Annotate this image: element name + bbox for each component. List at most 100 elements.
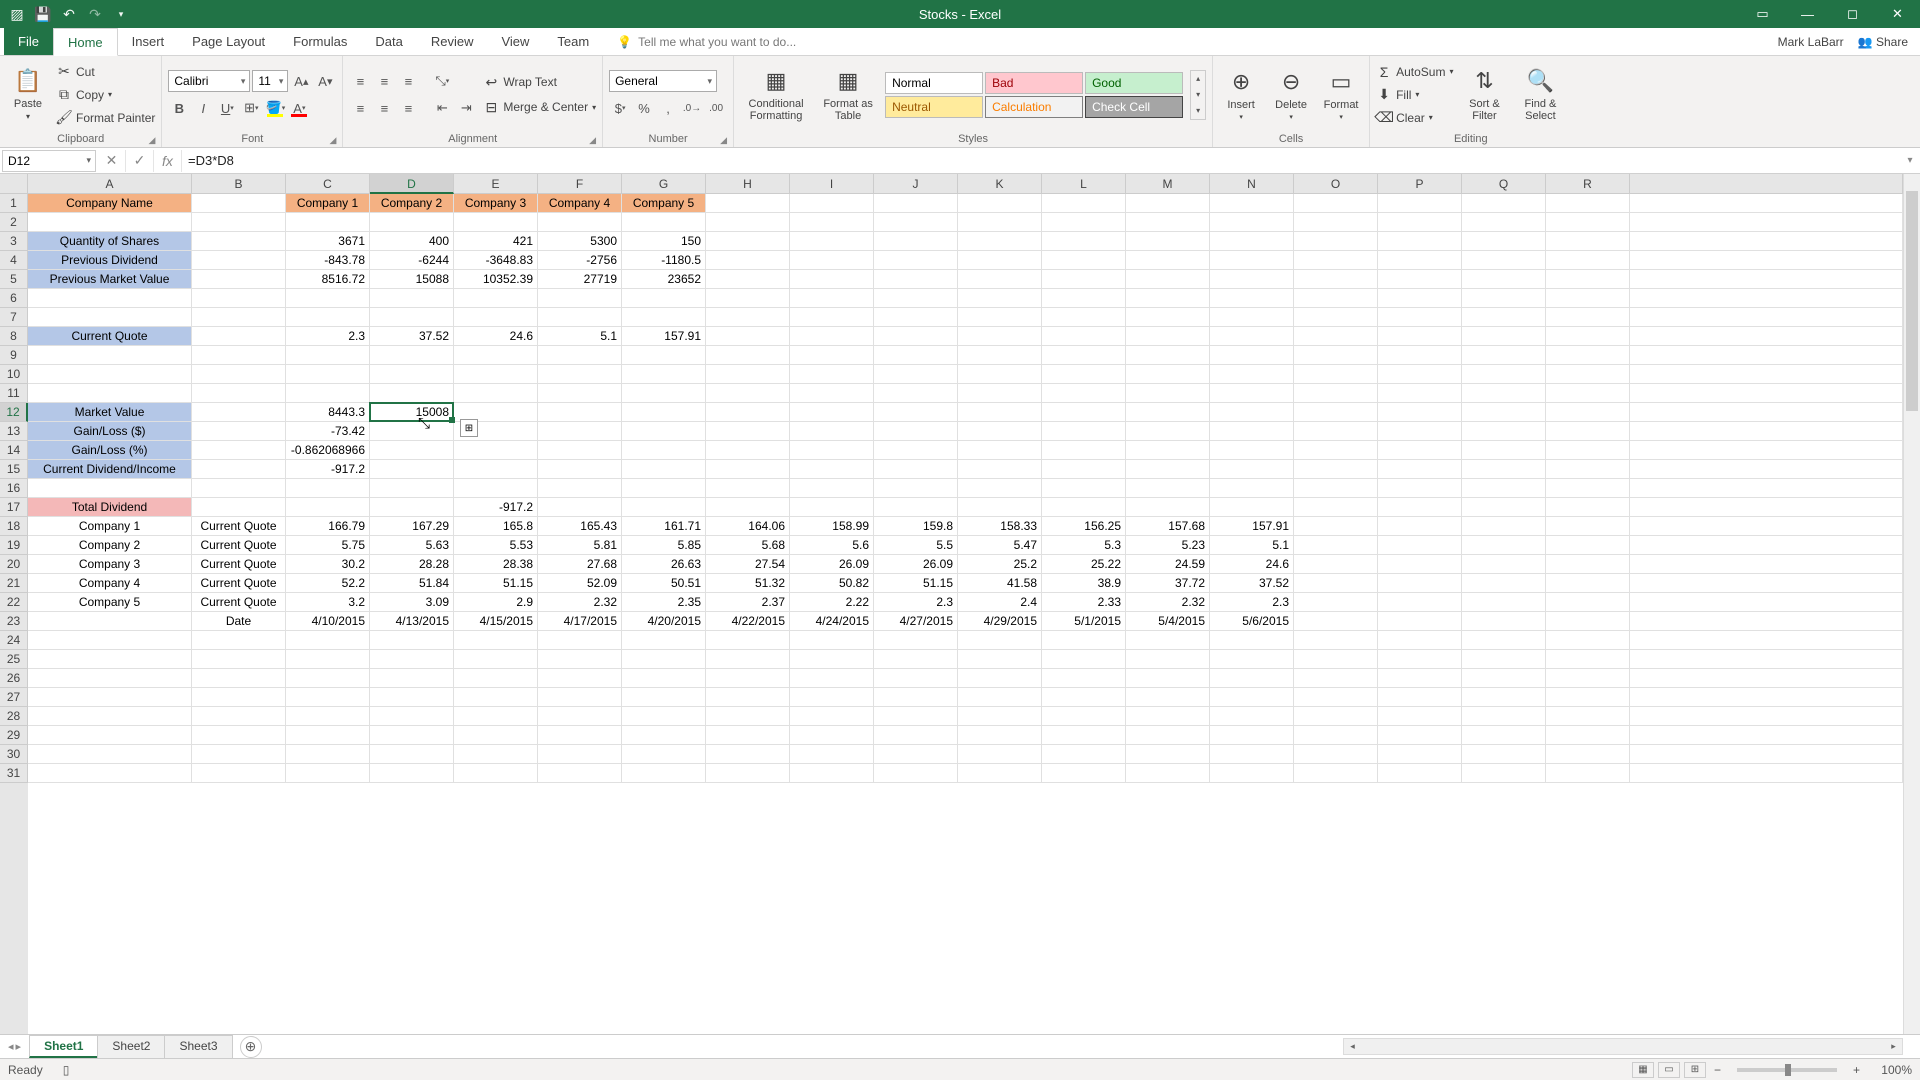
cell-B13[interactable] xyxy=(192,422,286,441)
cell-A19[interactable]: Company 2 xyxy=(28,536,192,555)
cell-G12[interactable] xyxy=(622,403,706,422)
cell-F13[interactable] xyxy=(538,422,622,441)
cell-G8[interactable]: 157.91 xyxy=(622,327,706,346)
cell-D14[interactable] xyxy=(370,441,454,460)
cell-O29[interactable] xyxy=(1294,726,1378,745)
cell-I14[interactable] xyxy=(790,441,874,460)
cell-F3[interactable]: 5300 xyxy=(538,232,622,251)
cell-R26[interactable] xyxy=(1546,669,1630,688)
cell-P22[interactable] xyxy=(1378,593,1462,612)
cell-N2[interactable] xyxy=(1210,213,1294,232)
cell-H25[interactable] xyxy=(706,650,790,669)
align-bottom-button[interactable]: ≡ xyxy=(397,70,419,92)
cell-J23[interactable]: 4/27/2015 xyxy=(874,612,958,631)
cell-P25[interactable] xyxy=(1378,650,1462,669)
fx-button[interactable]: fx xyxy=(154,150,182,172)
cell-N25[interactable] xyxy=(1210,650,1294,669)
cell-B26[interactable] xyxy=(192,669,286,688)
maximize-icon[interactable]: ◻ xyxy=(1830,0,1875,28)
cell-M9[interactable] xyxy=(1126,346,1210,365)
cell-M1[interactable] xyxy=(1126,194,1210,213)
cell-N12[interactable] xyxy=(1210,403,1294,422)
select-all-button[interactable] xyxy=(0,174,28,194)
cell-L25[interactable] xyxy=(1042,650,1126,669)
launcher-icon[interactable]: ◢ xyxy=(589,135,596,146)
cell-N8[interactable] xyxy=(1210,327,1294,346)
cell-N11[interactable] xyxy=(1210,384,1294,403)
expand-formula-bar[interactable]: ▾ xyxy=(1900,155,1920,166)
cell-C11[interactable] xyxy=(286,384,370,403)
cell-D25[interactable] xyxy=(370,650,454,669)
col-header-L[interactable]: L xyxy=(1042,174,1126,194)
cell-R15[interactable] xyxy=(1546,460,1630,479)
cell-C4[interactable]: -843.78 xyxy=(286,251,370,270)
cell-P30[interactable] xyxy=(1378,745,1462,764)
fill-button[interactable]: ⬇Fill ▾ xyxy=(1376,85,1453,105)
cell-K13[interactable] xyxy=(958,422,1042,441)
cell-F1[interactable]: Company 4 xyxy=(538,194,622,213)
tab-review[interactable]: Review xyxy=(417,28,488,55)
cell-M18[interactable]: 157.68 xyxy=(1126,517,1210,536)
cell-Q13[interactable] xyxy=(1462,422,1546,441)
cell-K20[interactable]: 25.2 xyxy=(958,555,1042,574)
cell-G19[interactable]: 5.85 xyxy=(622,536,706,555)
autosum-button[interactable]: ΣAutoSum ▾ xyxy=(1376,62,1453,82)
paste-button[interactable]: 📋 Paste▾ xyxy=(6,60,50,130)
cell-H14[interactable] xyxy=(706,441,790,460)
cell-O8[interactable] xyxy=(1294,327,1378,346)
cell-D3[interactable]: 400 xyxy=(370,232,454,251)
cell-E19[interactable]: 5.53 xyxy=(454,536,538,555)
cells-area[interactable]: Company NameCompany 1Company 2Company 3C… xyxy=(28,194,1903,1034)
cell-N15[interactable] xyxy=(1210,460,1294,479)
cell-L12[interactable] xyxy=(1042,403,1126,422)
cell-O19[interactable] xyxy=(1294,536,1378,555)
cell-H26[interactable] xyxy=(706,669,790,688)
cell-H8[interactable] xyxy=(706,327,790,346)
cell-K3[interactable] xyxy=(958,232,1042,251)
cell-I8[interactable] xyxy=(790,327,874,346)
cell-O17[interactable] xyxy=(1294,498,1378,517)
cell-M5[interactable] xyxy=(1126,270,1210,289)
col-header-F[interactable]: F xyxy=(538,174,622,194)
cell-Q16[interactable] xyxy=(1462,479,1546,498)
cell-D18[interactable]: 167.29 xyxy=(370,517,454,536)
cell-L10[interactable] xyxy=(1042,365,1126,384)
cell-Q3[interactable] xyxy=(1462,232,1546,251)
row-header-8[interactable]: 8 xyxy=(0,327,28,346)
cell-E15[interactable] xyxy=(454,460,538,479)
cell-L20[interactable]: 25.22 xyxy=(1042,555,1126,574)
increase-indent-button[interactable]: ⇥ xyxy=(455,97,477,119)
cell-J1[interactable] xyxy=(874,194,958,213)
cell-E31[interactable] xyxy=(454,764,538,783)
cell-M11[interactable] xyxy=(1126,384,1210,403)
cell-J27[interactable] xyxy=(874,688,958,707)
col-header-N[interactable]: N xyxy=(1210,174,1294,194)
cell-N26[interactable] xyxy=(1210,669,1294,688)
border-button[interactable]: ⊞▾ xyxy=(240,97,262,119)
cell-P17[interactable] xyxy=(1378,498,1462,517)
cell-F22[interactable]: 2.32 xyxy=(538,593,622,612)
cell-G28[interactable] xyxy=(622,707,706,726)
cell-F17[interactable] xyxy=(538,498,622,517)
row-header-10[interactable]: 10 xyxy=(0,365,28,384)
cell-N20[interactable]: 24.6 xyxy=(1210,555,1294,574)
cell-H19[interactable]: 5.68 xyxy=(706,536,790,555)
col-header-E[interactable]: E xyxy=(454,174,538,194)
cell-R1[interactable] xyxy=(1546,194,1630,213)
cell-N16[interactable] xyxy=(1210,479,1294,498)
increase-decimal-button[interactable]: .0→ xyxy=(681,97,703,119)
name-box[interactable]: D12 xyxy=(2,150,96,172)
row-header-18[interactable]: 18 xyxy=(0,517,28,536)
cell-D24[interactable] xyxy=(370,631,454,650)
cell-M21[interactable]: 37.72 xyxy=(1126,574,1210,593)
cell-J7[interactable] xyxy=(874,308,958,327)
col-header-I[interactable]: I xyxy=(790,174,874,194)
cell-E30[interactable] xyxy=(454,745,538,764)
cell-I7[interactable] xyxy=(790,308,874,327)
cell-I9[interactable] xyxy=(790,346,874,365)
tab-data[interactable]: Data xyxy=(361,28,416,55)
cell-G14[interactable] xyxy=(622,441,706,460)
tab-view[interactable]: View xyxy=(487,28,543,55)
cell-B22[interactable]: Current Quote xyxy=(192,593,286,612)
cell-K6[interactable] xyxy=(958,289,1042,308)
